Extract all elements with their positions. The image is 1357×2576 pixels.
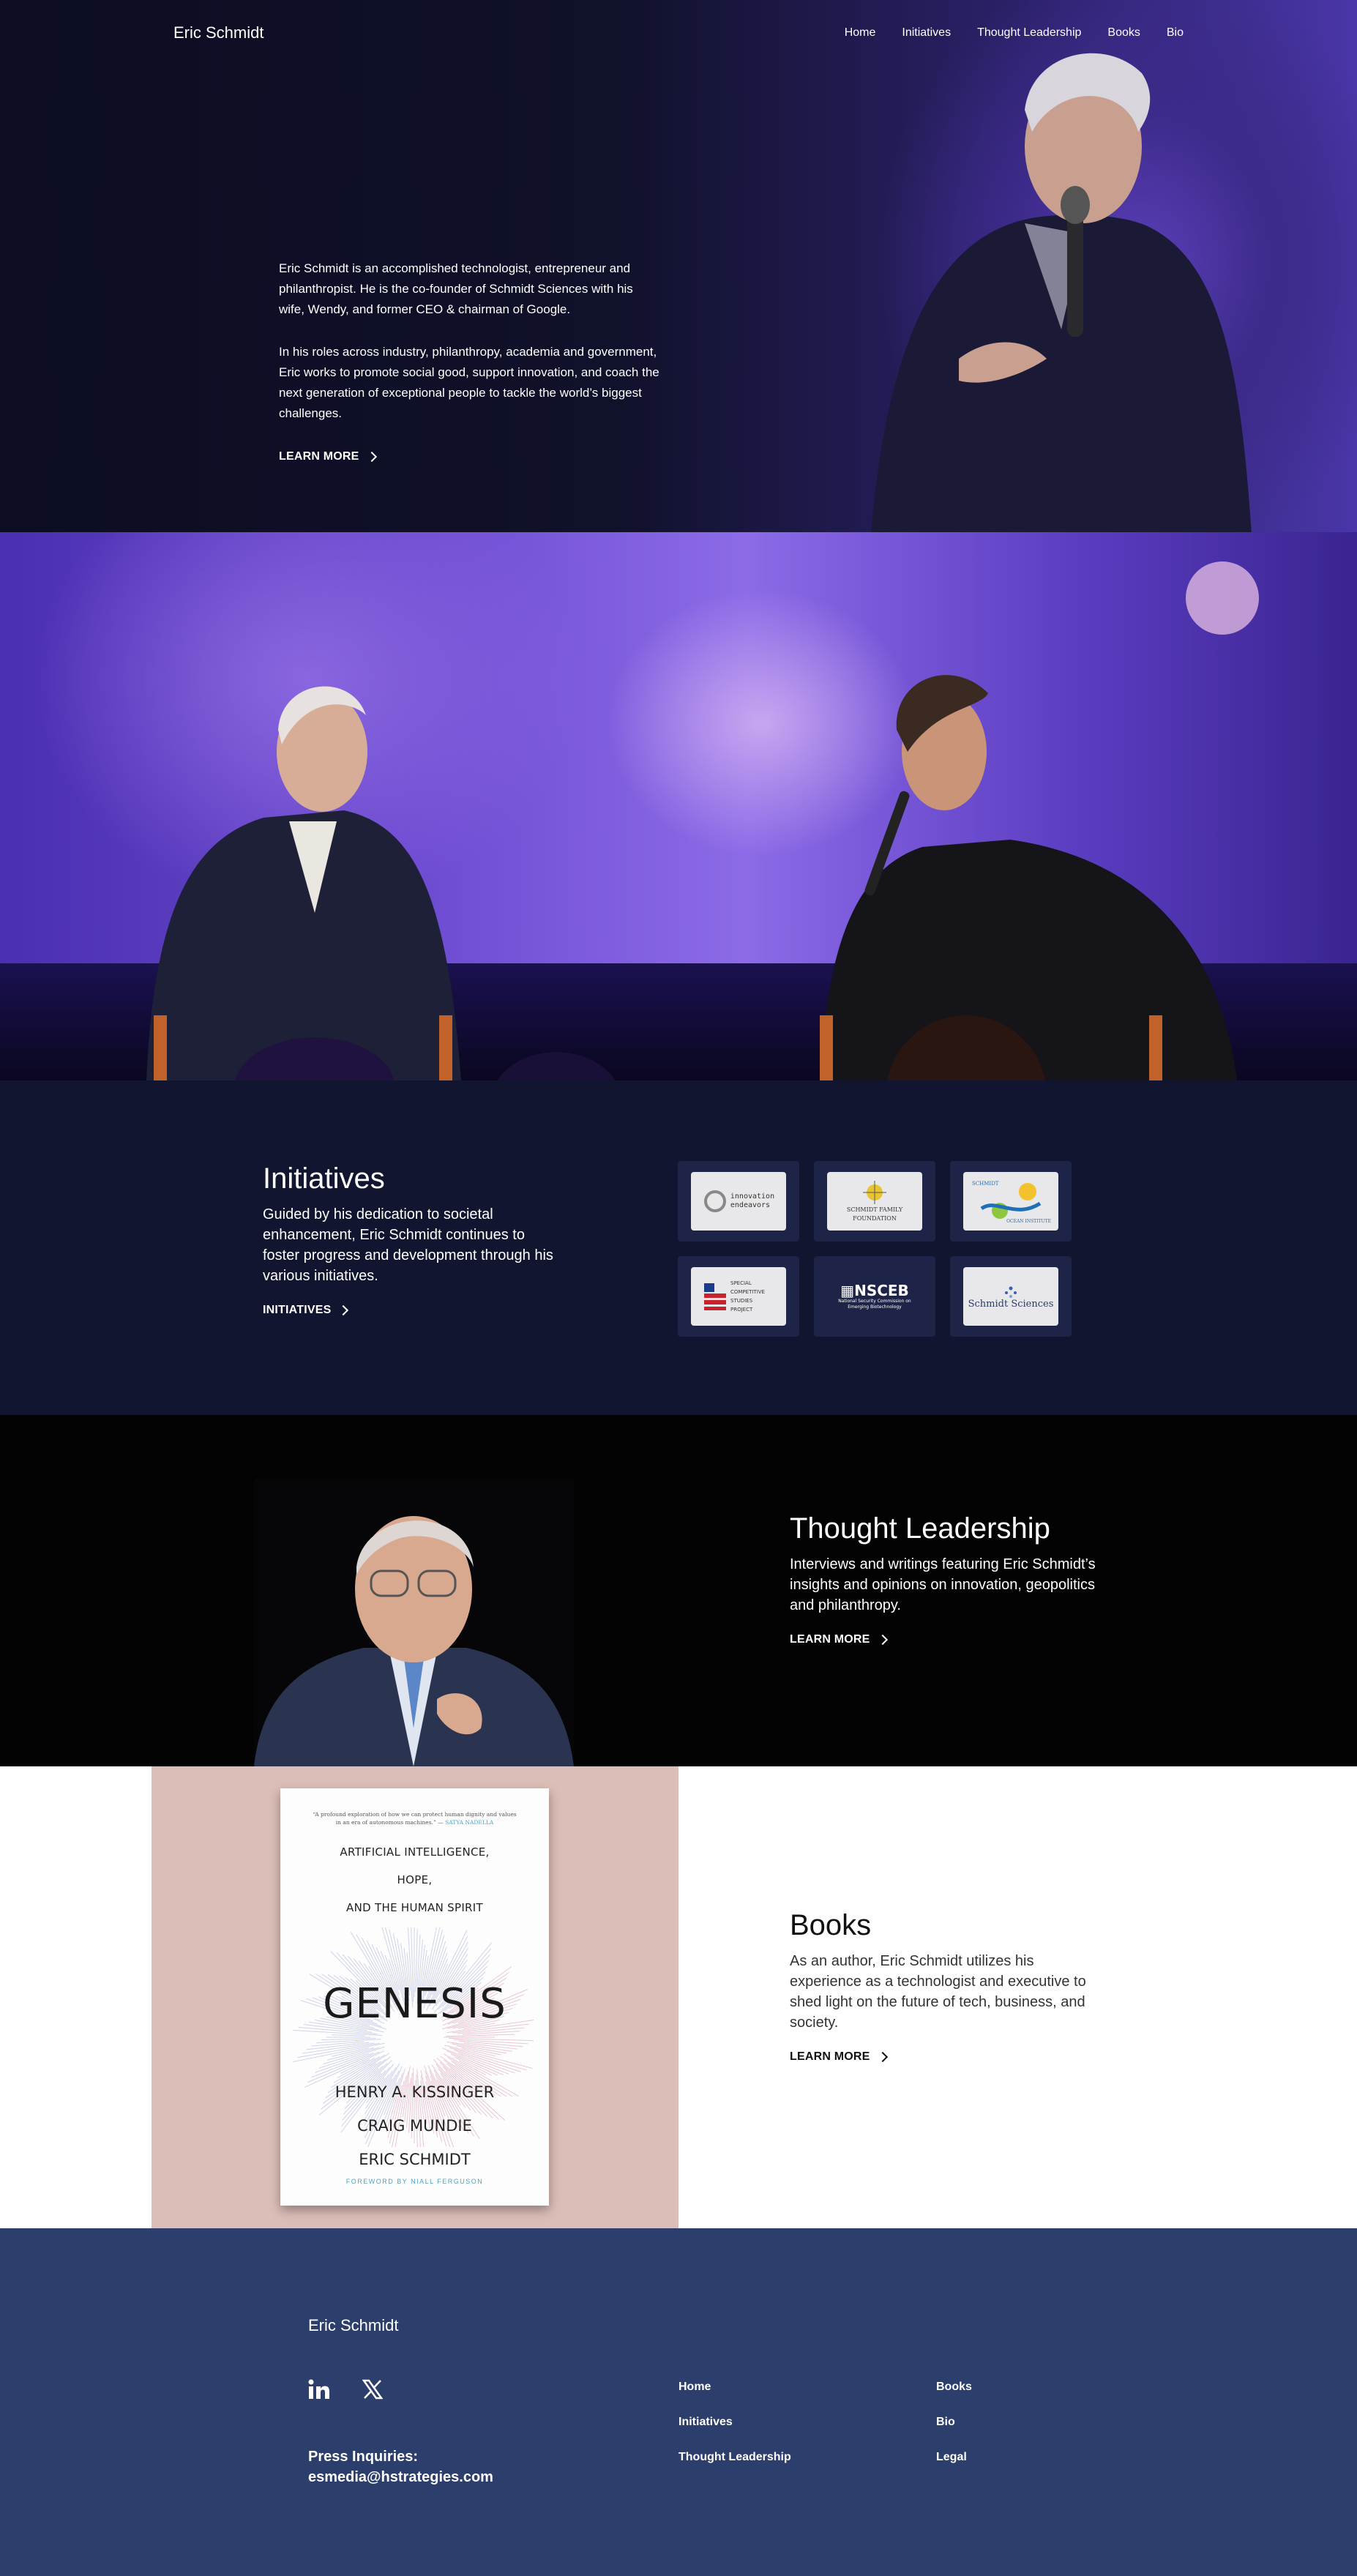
starburst-ray: [454, 2050, 521, 2072]
starburst-ray: [416, 1934, 421, 1987]
thought-leadership-body: Interviews and writings featuring Eric S…: [790, 1556, 1096, 1613]
book-subtitle: ARTIFICIAL INTELLIGENCE, HOPE, AND THE H…: [340, 1845, 490, 1914]
dots-icon: [1005, 1286, 1017, 1298]
starburst-ray: [462, 2031, 520, 2035]
schmidt-family-foundation-logo: SCHMIDT FAMILY FOUNDATION: [827, 1172, 922, 1231]
thought-leadership-section: Thought Leadership Interviews and writin…: [0, 1415, 1357, 1766]
chevron-right-icon: [877, 1634, 888, 1646]
book-foreword: FOREWORD BY NIALL FERGUSON: [345, 2178, 484, 2185]
press-label: Press Inquiries:: [308, 2449, 419, 2465]
footer-link-thought-leadership[interactable]: Thought Leadership: [678, 2451, 791, 2464]
logo-innovation-endeavors[interactable]: innovation endeavors: [678, 1161, 799, 1242]
footer-links-col-2: Books Bio Legal: [936, 2381, 972, 2464]
book-title: GENESIS: [323, 1980, 506, 2028]
starburst-ray: [461, 2047, 496, 2057]
hero-paragraph-1: Eric Schmidt is an accomplished technolo…: [279, 261, 633, 316]
thought-leadership-title: Thought Leadership: [790, 1512, 1050, 1545]
initiatives-copy: Initiatives Guided by his dedication to …: [263, 1162, 556, 1317]
nav-home[interactable]: Home: [845, 26, 876, 40]
chevron-right-icon: [366, 451, 377, 463]
footer-logo[interactable]: Eric Schmidt: [308, 2316, 398, 2335]
scsp-logo: SPECIAL COMPETITIVE STUDIES PROJECT: [691, 1267, 786, 1326]
logo-nsceb[interactable]: ▦NSCEB National Security Commission on E…: [814, 1256, 935, 1337]
initiatives-link[interactable]: INITIATIVES: [263, 1304, 349, 1317]
main-nav: Home Initiatives Thought Leadership Book…: [845, 26, 1184, 40]
site-logo[interactable]: Eric Schmidt: [173, 23, 263, 42]
stage-photo-figures: [146, 561, 1259, 1080]
hero-intro: Eric Schmidt is an accomplished technolo…: [279, 258, 659, 467]
flag-icon: [704, 1283, 726, 1310]
logo-schmidt-family-foundation[interactable]: SCHMIDT FAMILY FOUNDATION: [814, 1161, 935, 1242]
hero-learn-more-link[interactable]: LEARN MORE: [279, 447, 377, 467]
press-email-link[interactable]: esmedia@hstrategies.com: [308, 2467, 493, 2487]
social-links: [308, 2379, 383, 2400]
schmidt-sciences-logo: Schmidt Sciences: [963, 1267, 1058, 1326]
nav-books[interactable]: Books: [1107, 26, 1140, 40]
stage-photo-section: [0, 532, 1357, 1080]
speaker-portrait: [254, 1479, 574, 1766]
logo-schmidt-ocean-institute[interactable]: SCHMIDT OCEAN INSTITUTE: [950, 1161, 1072, 1242]
press-inquiries: Press Inquiries: esmedia@hstrategies.com: [308, 2446, 493, 2487]
thought-learn-more-label: LEARN MORE: [790, 1633, 870, 1646]
footer-link-bio[interactable]: Bio: [936, 2416, 972, 2429]
hero-learn-more-label: LEARN MORE: [279, 450, 359, 463]
books-learn-more-label: LEARN MORE: [790, 2050, 870, 2063]
innovation-endeavors-logo: innovation endeavors: [691, 1172, 786, 1231]
linkedin-icon[interactable]: [308, 2379, 330, 2400]
grid-icon: ▦: [840, 1282, 855, 1299]
hero-section: Eric Schmidt Home Initiatives Thought Le…: [0, 0, 1357, 532]
book-authors: HENRY A. KISSINGER CRAIG MUNDIE ERIC SCH…: [334, 2083, 495, 2168]
starburst-ray: [293, 2030, 383, 2036]
footer-links-col-1: Home Initiatives Thought Leadership: [678, 2381, 791, 2464]
schmidt-ocean-institute-logo: SCHMIDT OCEAN INSTITUTE: [963, 1172, 1058, 1231]
circle-icon: [703, 1190, 726, 1212]
thought-leadership-copy: Thought Leadership Interviews and writin…: [790, 1512, 1097, 1646]
nav-thought-leadership[interactable]: Thought Leadership: [977, 26, 1081, 40]
nav-bio[interactable]: Bio: [1167, 26, 1184, 40]
x-icon[interactable]: [362, 2379, 383, 2400]
chevron-right-icon: [877, 2051, 888, 2063]
books-title: Books: [790, 1909, 872, 1941]
books-copy: Books As an author, Eric Schmidt utilize…: [790, 1909, 1097, 2064]
books-learn-more-link[interactable]: LEARN MORE: [790, 2050, 888, 2064]
book-cover-quote: “A profound exploration of how we can pr…: [313, 1811, 517, 1826]
nsceb-logo: ▦NSCEB National Security Commission on E…: [827, 1267, 922, 1326]
footer-link-initiatives[interactable]: Initiatives: [678, 2416, 791, 2429]
site-footer: Eric Schmidt Press Inquiries: esmedia@hs…: [0, 2228, 1357, 2576]
thought-learn-more-link[interactable]: LEARN MORE: [790, 1633, 888, 1646]
initiatives-title: Initiatives: [263, 1162, 385, 1195]
starburst-ray: [445, 2034, 515, 2037]
logo-schmidt-sciences[interactable]: Schmidt Sciences: [950, 1256, 1072, 1337]
starburst-ray: [332, 2034, 366, 2036]
initiatives-section: Initiatives Guided by his dedication to …: [0, 1080, 1357, 1415]
books-section: “A profound exploration of how we can pr…: [0, 1766, 1357, 2228]
genesis-book-cover[interactable]: “A profound exploration of how we can pr…: [280, 1788, 549, 2206]
initiatives-body: Guided by his dedication to societal enh…: [263, 1206, 553, 1284]
chevron-right-icon: [338, 1304, 349, 1316]
initiatives-logo-grid: innovation endeavors SCHMIDT FAMILY FOUN…: [678, 1161, 1072, 1337]
thought-leadership-portrait: [254, 1479, 574, 1766]
logo-special-competitive-studies-project[interactable]: SPECIAL COMPETITIVE STUDIES PROJECT: [678, 1256, 799, 1337]
initiatives-link-label: INITIATIVES: [263, 1304, 332, 1316]
footer-link-legal[interactable]: Legal: [936, 2451, 972, 2464]
crosshair-icon: [863, 1181, 886, 1204]
footer-link-books[interactable]: Books: [936, 2381, 972, 2394]
nav-initiatives[interactable]: Initiatives: [902, 26, 951, 40]
books-body: As an author, Eric Schmidt utilizes his …: [790, 1953, 1086, 2031]
footer-link-home[interactable]: Home: [678, 2381, 791, 2394]
hero-paragraph-2: In his roles across industry, philanthro…: [279, 345, 659, 420]
hero-photo-speaker: [871, 53, 1252, 532]
